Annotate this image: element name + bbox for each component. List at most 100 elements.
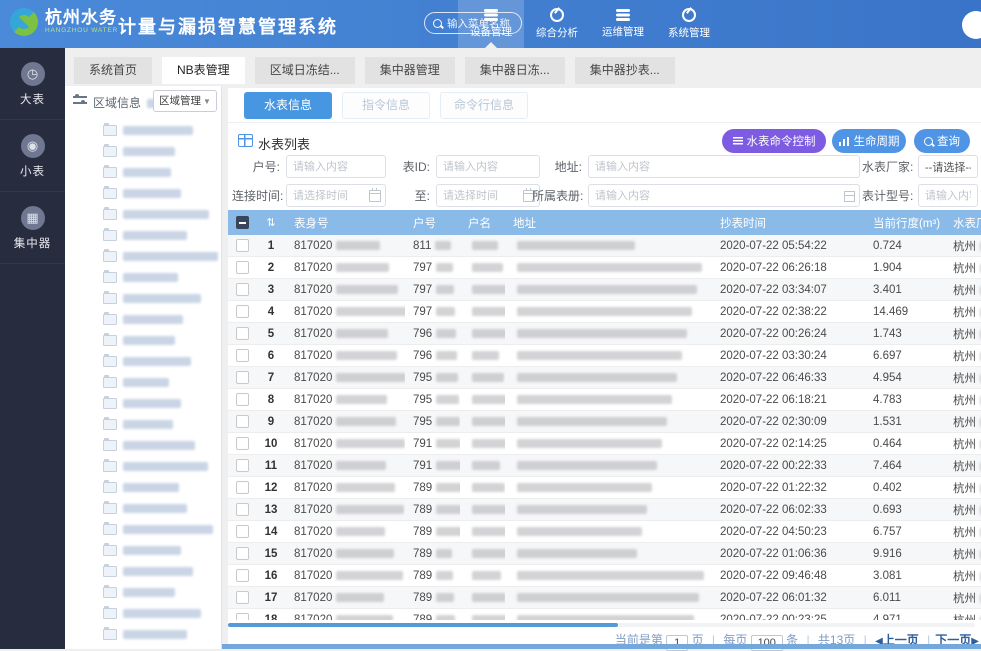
table-row[interactable]: 7 817020 795 2020-07-22 06:46:33 4.954 杭…	[228, 367, 981, 389]
nav-item[interactable]: 系统管理	[656, 0, 722, 48]
row-checkbox[interactable]	[236, 547, 249, 560]
query-button[interactable]: 查询	[914, 129, 970, 153]
tree-item[interactable]	[65, 477, 221, 498]
row-checkbox[interactable]	[236, 371, 249, 384]
nav-item[interactable]: 设备管理	[458, 0, 524, 48]
sort-icon[interactable]: ⇅	[266, 217, 275, 229]
table-row[interactable]: 13 817020 789 2020-07-22 06:02:33 0.693 …	[228, 499, 981, 521]
tree-item[interactable]	[65, 603, 221, 624]
redacted-text	[472, 527, 505, 536]
select-all-checkbox[interactable]	[236, 216, 249, 229]
tree-item[interactable]	[65, 183, 221, 204]
table-row[interactable]: 14 817020 789 2020-07-22 04:50:23 6.757 …	[228, 521, 981, 543]
table-row[interactable]: 10 817020 791 2020-07-22 02:14:25 0.464 …	[228, 433, 981, 455]
table-row[interactable]: 5 817020 796 2020-07-22 00:26:24 1.743 杭…	[228, 323, 981, 345]
tab[interactable]: 区域日冻结...	[255, 57, 355, 84]
row-checkbox[interactable]	[236, 591, 249, 604]
avatar[interactable]	[962, 11, 981, 39]
lifecycle-button[interactable]: 生命周期	[832, 129, 906, 153]
filter-input[interactable]	[588, 184, 860, 207]
tree-item[interactable]	[65, 498, 221, 519]
tree-item[interactable]	[65, 225, 221, 246]
picker-icon[interactable]	[844, 191, 855, 202]
row-checkbox[interactable]	[236, 283, 249, 296]
region-mode-dropdown[interactable]: 区域管理▼	[153, 90, 217, 112]
row-checkbox[interactable]	[236, 393, 249, 406]
row-checkbox[interactable]	[236, 261, 249, 274]
filter-input[interactable]	[588, 155, 860, 178]
tab[interactable]: NB表管理	[162, 57, 245, 84]
row-checkbox[interactable]	[236, 481, 249, 494]
tree-item[interactable]	[65, 288, 221, 309]
tree-item[interactable]	[65, 351, 221, 372]
row-checkbox[interactable]	[236, 437, 249, 450]
tree-item[interactable]	[65, 372, 221, 393]
tree-item[interactable]	[65, 561, 221, 582]
filter-input[interactable]	[918, 155, 978, 178]
table-row[interactable]: 4 817020 797 2020-07-22 02:38:22 14.469 …	[228, 301, 981, 323]
row-checkbox[interactable]	[236, 459, 249, 472]
tree-item[interactable]	[65, 330, 221, 351]
tree-item[interactable]	[65, 414, 221, 435]
table-row[interactable]: 2 817020 797 2020-07-22 06:26:18 1.904 杭…	[228, 257, 981, 279]
table-row[interactable]: 17 817020 789 2020-07-22 06:01:32 6.011 …	[228, 587, 981, 609]
table-row[interactable]: 1 817020 811 2020-07-22 05:54:22 0.724 杭…	[228, 235, 981, 257]
sub-tab[interactable]: 命令行信息	[440, 92, 528, 119]
filter-icon[interactable]	[73, 95, 87, 105]
table-row[interactable]: 15 817020 789 2020-07-22 01:06:36 9.916 …	[228, 543, 981, 565]
tree-item[interactable]	[65, 246, 221, 267]
redacted-text	[517, 263, 702, 272]
app-title: 计量与漏损智慧管理系统	[118, 13, 338, 39]
row-checkbox[interactable]	[236, 613, 249, 620]
tab[interactable]: 集中器抄表...	[575, 57, 675, 84]
filter-input[interactable]	[436, 155, 540, 178]
calendar-icon[interactable]	[369, 190, 381, 202]
tree-item[interactable]	[65, 624, 221, 645]
rail-item[interactable]: ◷ 大表	[0, 48, 65, 120]
table-row[interactable]: 18 817020 789 2020-07-22 00:23:25 4.971 …	[228, 609, 981, 621]
row-checkbox[interactable]	[236, 239, 249, 252]
folder-icon	[103, 503, 117, 514]
meter-command-button[interactable]: 水表命令控制	[722, 129, 826, 153]
tab[interactable]: 集中器日冻...	[465, 57, 565, 84]
tree-item[interactable]	[65, 582, 221, 603]
tree-item[interactable]	[65, 267, 221, 288]
tree-item[interactable]	[65, 309, 221, 330]
tree-item[interactable]	[65, 519, 221, 540]
tab[interactable]: 系统首页	[74, 57, 152, 84]
tree-item[interactable]	[65, 435, 221, 456]
tab[interactable]: 集中器管理	[365, 57, 455, 84]
tree-item[interactable]	[65, 204, 221, 225]
sub-tab[interactable]: 水表信息	[244, 92, 332, 119]
tree-item[interactable]	[65, 120, 221, 141]
read-time: 2020-07-22 04:50:23	[720, 526, 827, 538]
row-checkbox[interactable]	[236, 349, 249, 362]
rail-item[interactable]: ▦ 集中器	[0, 192, 65, 264]
row-checkbox[interactable]	[236, 327, 249, 340]
tree-item[interactable]	[65, 540, 221, 561]
row-checkbox[interactable]	[236, 415, 249, 428]
row-checkbox[interactable]	[236, 569, 249, 582]
rail-item[interactable]: ◉ 小表	[0, 120, 65, 192]
filter-input[interactable]	[286, 155, 386, 178]
row-checkbox[interactable]	[236, 525, 249, 538]
row-checkbox[interactable]	[236, 503, 249, 516]
tree-item[interactable]	[65, 141, 221, 162]
tree-item[interactable]	[65, 162, 221, 183]
horizontal-scrollbar-thumb[interactable]	[228, 623, 618, 627]
table-row[interactable]: 8 817020 795 2020-07-22 06:18:21 4.783 杭…	[228, 389, 981, 411]
table-row[interactable]: 11 817020 791 2020-07-22 00:22:33 7.464 …	[228, 455, 981, 477]
nav-item[interactable]: 综合分析	[524, 0, 590, 48]
page-scrollbar-thumb[interactable]	[222, 644, 981, 649]
tree-item[interactable]	[65, 393, 221, 414]
nav-item[interactable]: 运维管理	[590, 0, 656, 48]
table-row[interactable]: 6 817020 796 2020-07-22 03:30:24 6.697 杭…	[228, 345, 981, 367]
table-row[interactable]: 16 817020 789 2020-07-22 09:46:48 3.081 …	[228, 565, 981, 587]
table-row[interactable]: 9 817020 795 2020-07-22 02:30:09 1.531 杭…	[228, 411, 981, 433]
table-row[interactable]: 3 817020 797 2020-07-22 03:34:07 3.401 杭…	[228, 279, 981, 301]
row-checkbox[interactable]	[236, 305, 249, 318]
tree-item[interactable]	[65, 456, 221, 477]
sub-tab[interactable]: 指令信息	[342, 92, 430, 119]
table-row[interactable]: 12 817020 789 2020-07-22 01:22:32 0.402 …	[228, 477, 981, 499]
filter-input[interactable]	[918, 184, 978, 207]
